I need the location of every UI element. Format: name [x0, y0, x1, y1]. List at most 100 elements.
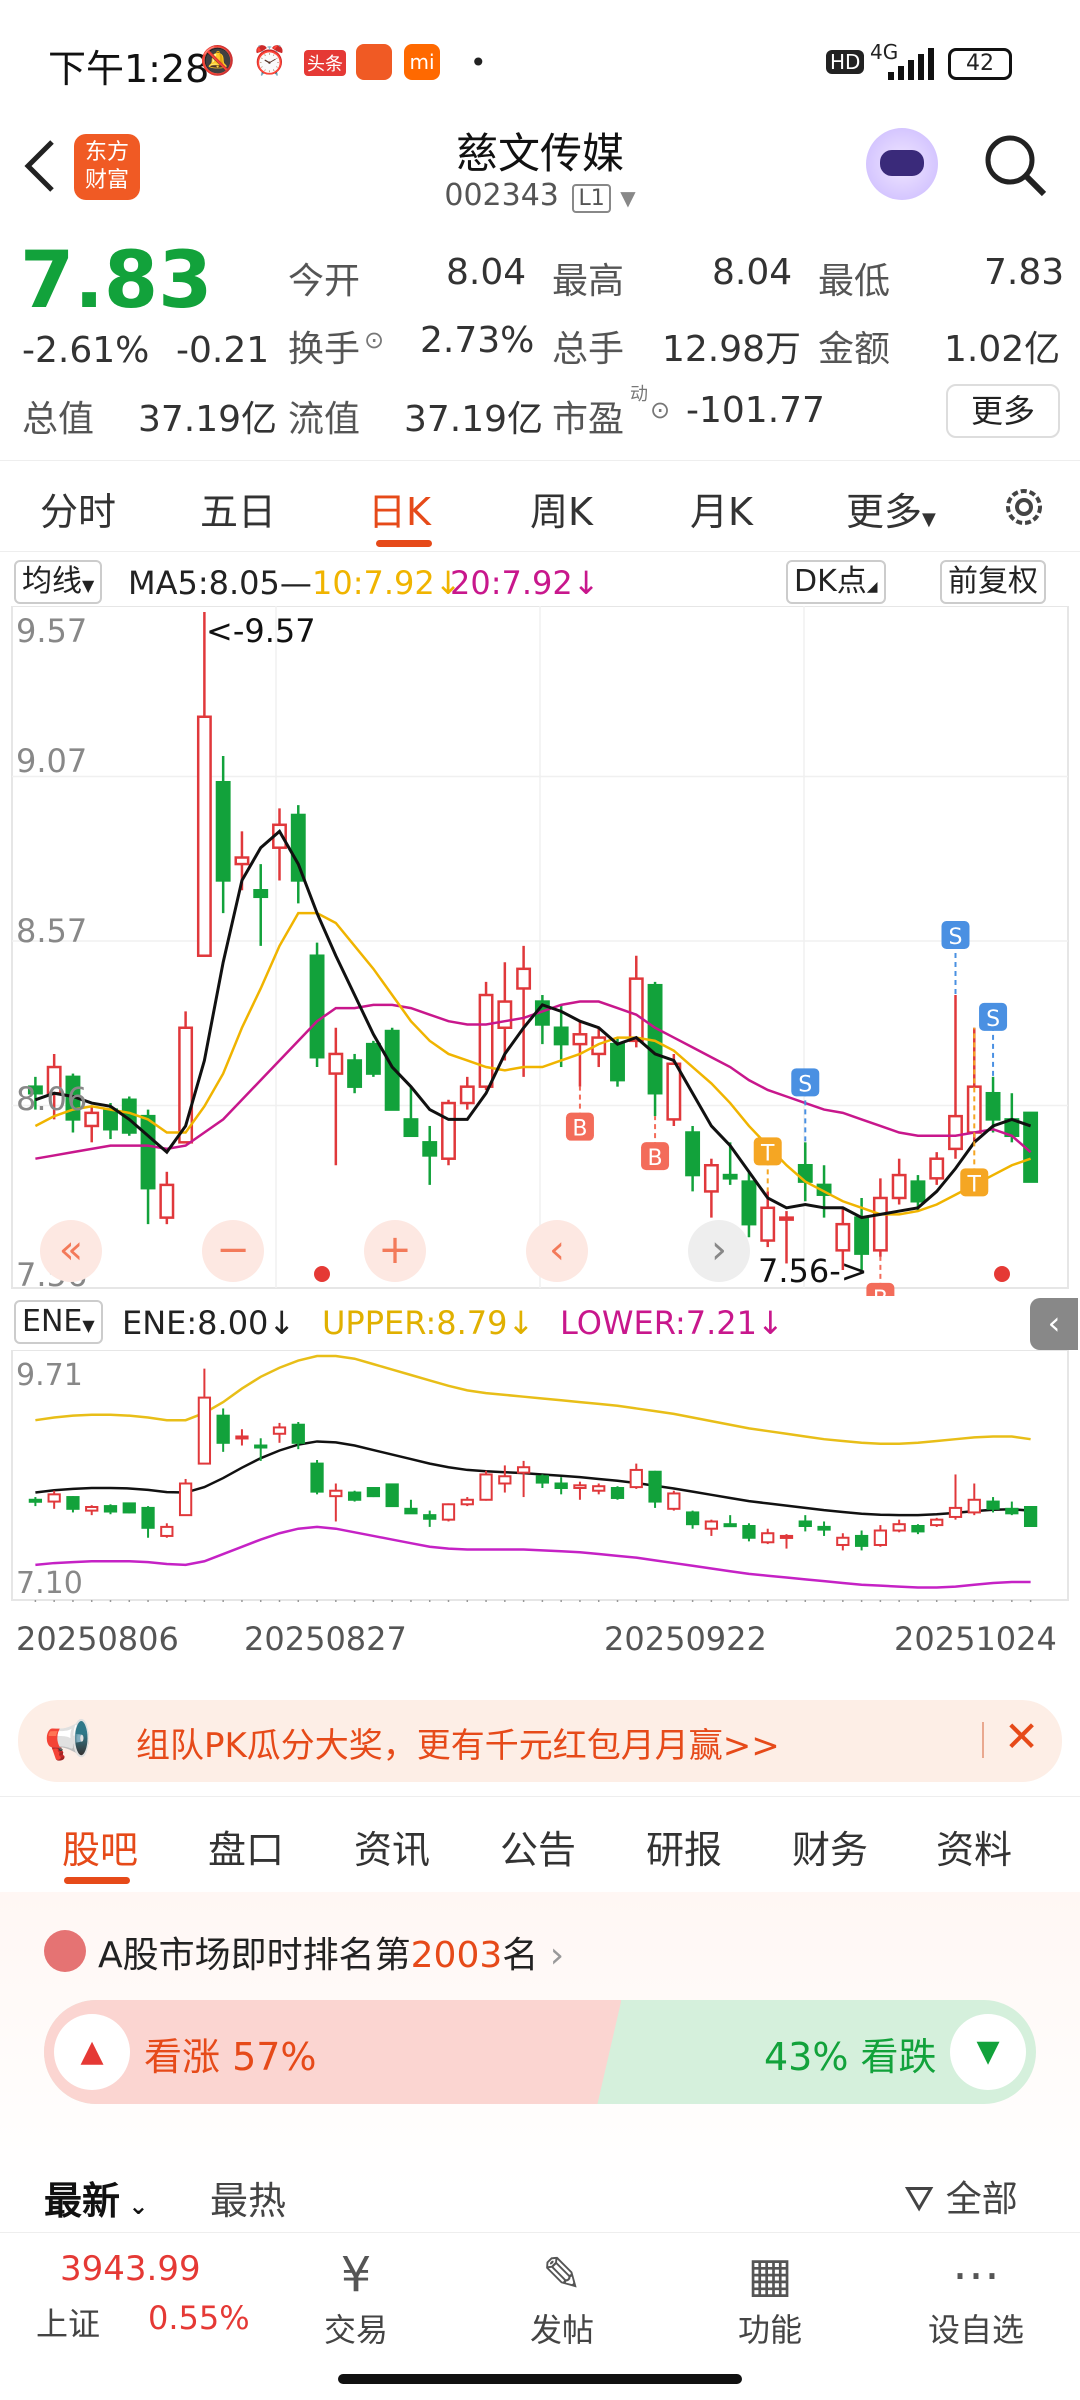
trade-button[interactable]: ¥ 交易 — [296, 2245, 416, 2351]
candle-body — [422, 1141, 438, 1157]
ene-value: ENE:8.00↓ — [122, 1304, 296, 1342]
index-name: 上证 — [36, 2305, 101, 2343]
tab-guba[interactable]: 股吧 — [62, 1819, 138, 1874]
ene-candle-body — [47, 1493, 61, 1503]
bull-text: 看涨 57% — [144, 2035, 317, 2079]
mktcap-label: 总值 — [22, 399, 95, 440]
vote-bar: ▲ 看涨 57% 43% 看跌 ▼ — [44, 2000, 1036, 2104]
tab-weekly-k[interactable]: 周K — [530, 481, 593, 536]
adjust-select[interactable]: 前复权 — [940, 560, 1046, 604]
eastmoney-app-icon — [356, 44, 392, 80]
tab-research[interactable]: 研报 — [646, 1819, 722, 1874]
rank-text[interactable]: A股市场即时排名第2003名 › — [98, 1926, 564, 1978]
ene-candle-body — [930, 1518, 944, 1527]
more-circle-icon: ⋯ — [952, 2247, 1000, 2303]
candle-body — [497, 1000, 513, 1030]
ene-candle-body — [66, 1496, 80, 1510]
more-quote-button[interactable]: 更多 — [946, 384, 1060, 438]
ene-candle-body — [1023, 1506, 1038, 1527]
close-icon[interactable]: ✕ — [1004, 1712, 1039, 1761]
turnover-value: 2.73% — [420, 320, 535, 361]
post-button[interactable]: ✎ 发帖 — [502, 2245, 622, 2351]
info-icon[interactable]: ⊙ — [364, 326, 384, 354]
tab-finance[interactable]: 财务 — [792, 1819, 868, 1874]
pe-label: 市盈 — [552, 399, 625, 440]
index-value[interactable]: 3943.99 — [60, 2249, 201, 2289]
ene-candle-body — [873, 1529, 888, 1546]
bull-bg — [44, 2000, 621, 2104]
sort-latest[interactable]: 最新 ⌄ — [44, 2170, 148, 2225]
sort-hot[interactable]: 最热 — [210, 2170, 286, 2225]
candle-body — [478, 993, 494, 1088]
promo-banner[interactable]: 📢 组队PK瓜分大奖，更有千元红包月月赢>> ✕ — [18, 1700, 1062, 1782]
candle-body — [929, 1157, 945, 1180]
status-time: 下午1:28 — [48, 47, 210, 91]
rank-suffix: 名 — [502, 1935, 539, 1976]
ene-candle-body — [329, 1489, 343, 1498]
function-button[interactable]: ▦ 功能 — [710, 2245, 830, 2351]
search-icon[interactable] — [982, 132, 1048, 198]
alarm-icon: ⏰ — [252, 44, 287, 77]
filter-button[interactable]: ⛛ 全部 — [904, 2170, 1018, 2222]
scroll-right-button[interactable]: › — [688, 1220, 750, 1282]
ene-chart[interactable] — [0, 1350, 1080, 1602]
status-bar: 下午1:28 🔕 ⏰ 头条 mi • HD 4G 42 — [0, 0, 1080, 126]
add-watchlist-button[interactable]: ⋯ 设自选 — [916, 2245, 1036, 2351]
tab-news[interactable]: 资讯 — [354, 1819, 430, 1874]
zoom-out-button[interactable]: − — [202, 1220, 264, 1282]
ene-candle-body — [254, 1444, 268, 1449]
tab-announcement[interactable]: 公告 — [500, 1819, 576, 1874]
ene-lower: LOWER:7.21↓ — [560, 1304, 784, 1342]
gear-icon[interactable] — [998, 481, 1050, 533]
sort-latest-label: 最新 — [44, 2179, 121, 2223]
candle-body — [760, 1206, 776, 1242]
trade-label: 交易 — [323, 2311, 388, 2349]
collapse-panel-button[interactable]: ‹ — [1030, 1298, 1078, 1350]
ene-candle-body — [892, 1523, 906, 1532]
candle-body — [572, 1033, 588, 1046]
low-annotation: 7.56-> — [758, 1252, 868, 1290]
tab-five-day[interactable]: 五日 — [200, 481, 276, 536]
signal-label: T — [760, 1141, 775, 1166]
robot-assistant-icon[interactable] — [866, 128, 938, 200]
bull-vote-button[interactable]: ▲ — [54, 2014, 130, 2090]
candle-body — [516, 967, 532, 990]
ene-candle-body — [160, 1525, 174, 1537]
tab-daily-k[interactable]: 日K — [368, 481, 431, 536]
amount-label: 金额 — [818, 329, 891, 370]
ene-candle-body — [291, 1423, 305, 1444]
tab-pankou[interactable]: 盘口 — [208, 1819, 284, 1874]
candle-body — [891, 1173, 907, 1200]
tab-more-label: 更多 — [846, 490, 923, 534]
scroll-left-button[interactable]: ‹ — [526, 1220, 588, 1282]
pe-sup: 动 — [630, 384, 648, 405]
tab-more[interactable]: 更多▼ — [846, 481, 936, 536]
ene-candle-body — [235, 1435, 249, 1440]
date-label: 20250806 — [16, 1620, 179, 1658]
zoom-in-button[interactable]: + — [364, 1220, 426, 1282]
float-label: 流值 — [288, 399, 361, 440]
indicator-select[interactable]: 均线▼ — [14, 560, 103, 604]
candlestick-chart[interactable]: BBTSBSST — [0, 606, 1080, 1296]
tab-profile[interactable]: 资料 — [936, 1819, 1012, 1874]
chevron-down-icon: ▼ — [620, 186, 636, 210]
ene-select[interactable]: ENE▼ — [14, 1300, 103, 1344]
tab-intraday[interactable]: 分时 — [40, 481, 116, 536]
price-axis-label: 8.06 — [16, 1080, 88, 1118]
tab-monthly-k[interactable]: 月K — [690, 481, 753, 536]
candle-body — [441, 1101, 456, 1160]
volume-value: 12.98万 — [662, 329, 802, 370]
zoom-out-far-button[interactable]: « — [40, 1220, 102, 1282]
ma-legend: 均线▼ MA5:8.05— 10:7.92↓ 20:7.92↓ DK点◢ 前复权 — [0, 558, 1080, 608]
change-percent: -2.61% — [22, 330, 150, 371]
dk-point-select[interactable]: DK点◢ — [786, 560, 886, 604]
candle-body — [854, 1216, 870, 1255]
ene-candle-body — [986, 1500, 1000, 1510]
price-axis-label: 9.57 — [16, 612, 88, 650]
price-axis-label: 9.07 — [16, 742, 88, 780]
info-icon[interactable]: ⊙ — [650, 396, 670, 424]
active-tab-indicator — [376, 540, 432, 547]
ene-candle-body — [141, 1506, 155, 1529]
ene-candle-body — [535, 1475, 550, 1484]
bear-vote-button[interactable]: ▼ — [950, 2014, 1026, 2090]
